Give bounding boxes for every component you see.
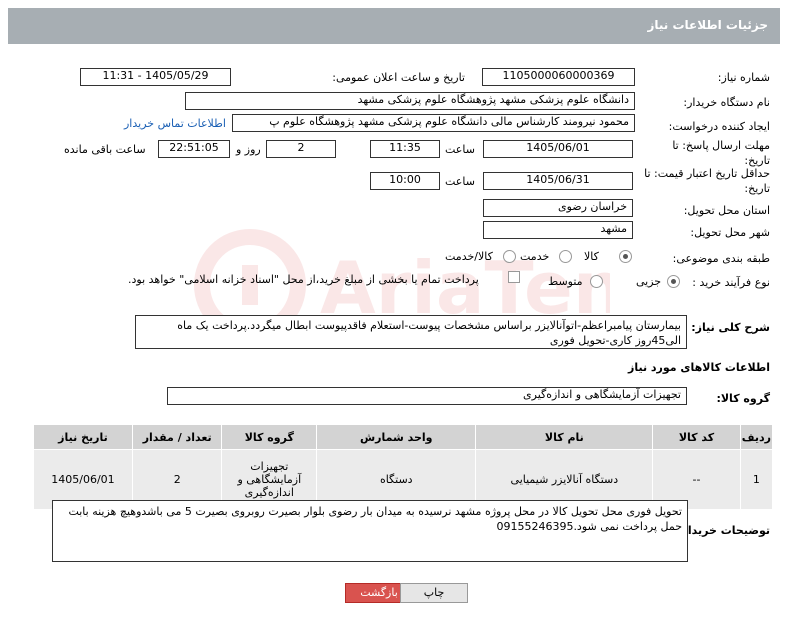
remaining-time-field: 22:51:05 (158, 140, 230, 158)
col-header-item-code: کد کالا (652, 424, 741, 450)
remaining-label: ساعت باقی مانده (64, 143, 146, 156)
city-label: شهر محل تحویل: (690, 226, 770, 239)
buyer-notes-label: توضیحات خریدار: (677, 524, 770, 537)
description-field: بیمارستان پیامبراعظم-اتوآنالایزر براساس … (135, 315, 687, 349)
announce-field: 1405/05/29 - 11:31 (80, 68, 231, 86)
col-header-need-date: تاریخ نیاز (33, 424, 133, 450)
buyer-org-field: دانشگاه علوم پزشکی مشهد پژوهشگاه علوم پز… (185, 92, 635, 110)
col-header-unit: واحد شمارش (316, 424, 477, 450)
creator-field: محمود نیرومند کارشناس مالی دانشگاه علوم … (232, 114, 635, 132)
category-option-goods: کالا (584, 250, 599, 263)
validity-time-label: ساعت (445, 175, 475, 188)
treasury-payment-note: پرداخت تمام یا بخشی از مبلغ خرید،از محل … (128, 273, 479, 286)
deadline-date-field: 1405/06/01 (483, 140, 633, 158)
announce-label: تاریخ و ساعت اعلان عمومی: (332, 71, 465, 84)
process-option-minor: جزیی (636, 275, 662, 288)
category-option-goods-service: کالا/خدمت (445, 250, 493, 263)
process-radio-minor[interactable] (667, 275, 680, 288)
days-label: روز و (236, 143, 261, 156)
contact-buyer-link[interactable]: اطلاعات تماس خریدار (124, 117, 226, 130)
deadline-time-field: 11:35 (370, 140, 440, 158)
process-label: نوع فرآیند خرید : (692, 276, 770, 289)
validity-label: حداقل تاریخ اعتبار قیمت: تا تاریخ: (644, 167, 770, 195)
category-label: طبقه بندی موضوعی: (672, 252, 770, 265)
process-option-medium: متوسط (548, 275, 583, 288)
need-number-label: شماره نیاز: (717, 71, 770, 84)
goods-info-heading: اطلاعات کالاهای مورد نیاز (628, 361, 770, 374)
treasury-payment-checkbox[interactable] (508, 271, 520, 283)
city-field: مشهد (483, 221, 633, 239)
need-number-field: 1105000060000369 (482, 68, 635, 86)
cell-row-number: 1 (739, 449, 774, 510)
category-radio-service[interactable] (559, 250, 572, 263)
buyer-notes-field: تحویل فوری محل تحویل کالا در محل پروژه م… (52, 500, 688, 562)
deadline-label: مهلت ارسال پاسخ: تا تاریخ: (672, 139, 770, 167)
goods-group-field: تجهیزات آزمایشگاهی و اندازه‌گیری (167, 387, 687, 405)
col-header-row-number: ردیف (739, 424, 774, 450)
goods-group-label: گروه کالا: (716, 392, 770, 405)
items-table: ردیف کد کالا نام کالا واحد شمارش گروه کا… (33, 424, 774, 510)
process-radio-medium[interactable] (590, 275, 603, 288)
deadline-time-label: ساعت (445, 143, 475, 156)
buyer-org-label: نام دستگاه خریدار: (683, 96, 770, 109)
province-field: خراسان رضوی (483, 199, 633, 217)
col-header-quantity: تعداد / مقدار (131, 424, 223, 450)
col-header-group: گروه کالا (221, 424, 318, 450)
table-header-row: ردیف کد کالا نام کالا واحد شمارش گروه کا… (33, 424, 774, 450)
validity-time-field: 10:00 (370, 172, 440, 190)
print-button[interactable]: چاپ (400, 583, 468, 603)
category-radio-goods[interactable] (619, 250, 632, 263)
province-label: استان محل تحویل: (683, 204, 770, 217)
description-label: شرح کلی نیاز: (691, 321, 770, 334)
col-header-item-name: نام کالا (475, 424, 654, 450)
days-remaining-field: 2 (266, 140, 336, 158)
creator-label: ایجاد کننده درخواست: (668, 120, 770, 133)
category-option-service: خدمت (520, 250, 550, 263)
page-title: جزئیات اطلاعات نیاز (8, 8, 780, 44)
category-radio-goods-service[interactable] (503, 250, 516, 263)
validity-date-field: 1405/06/31 (483, 172, 633, 190)
